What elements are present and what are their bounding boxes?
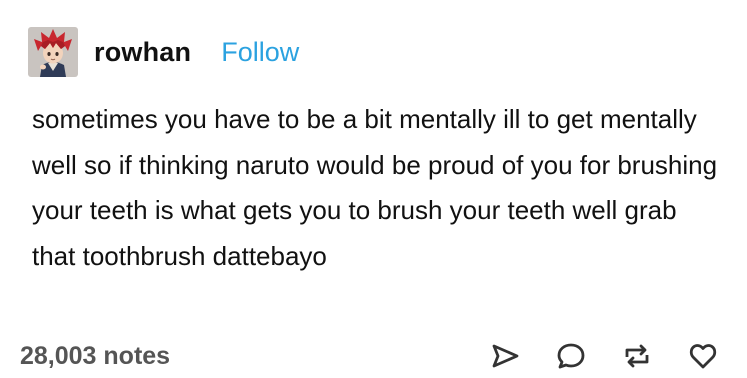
post-header: rowhan Follow bbox=[28, 26, 299, 78]
follow-button[interactable]: Follow bbox=[221, 37, 299, 68]
post-actions bbox=[489, 340, 719, 372]
post-body-text: sometimes you have to be a bit mentally … bbox=[32, 104, 718, 271]
speech-bubble-icon bbox=[557, 343, 585, 369]
reblog-button[interactable] bbox=[621, 340, 653, 372]
like-button[interactable] bbox=[687, 340, 719, 372]
heart-icon bbox=[689, 344, 717, 369]
reply-button[interactable] bbox=[555, 340, 587, 372]
post-body: sometimes you have to be a bit mentally … bbox=[32, 97, 722, 279]
notes-count[interactable]: 28,003 notes bbox=[18, 342, 170, 371]
reblog-icon bbox=[625, 344, 649, 368]
avatar[interactable] bbox=[28, 27, 78, 77]
post-footer: 28,003 notes bbox=[18, 336, 719, 376]
send-arrow-icon bbox=[492, 344, 519, 368]
tumblr-post: rowhan Follow sometimes you have to be a… bbox=[0, 0, 747, 378]
avatar-image bbox=[28, 27, 78, 77]
share-button[interactable] bbox=[489, 340, 521, 372]
username-link[interactable]: rowhan bbox=[94, 37, 191, 68]
